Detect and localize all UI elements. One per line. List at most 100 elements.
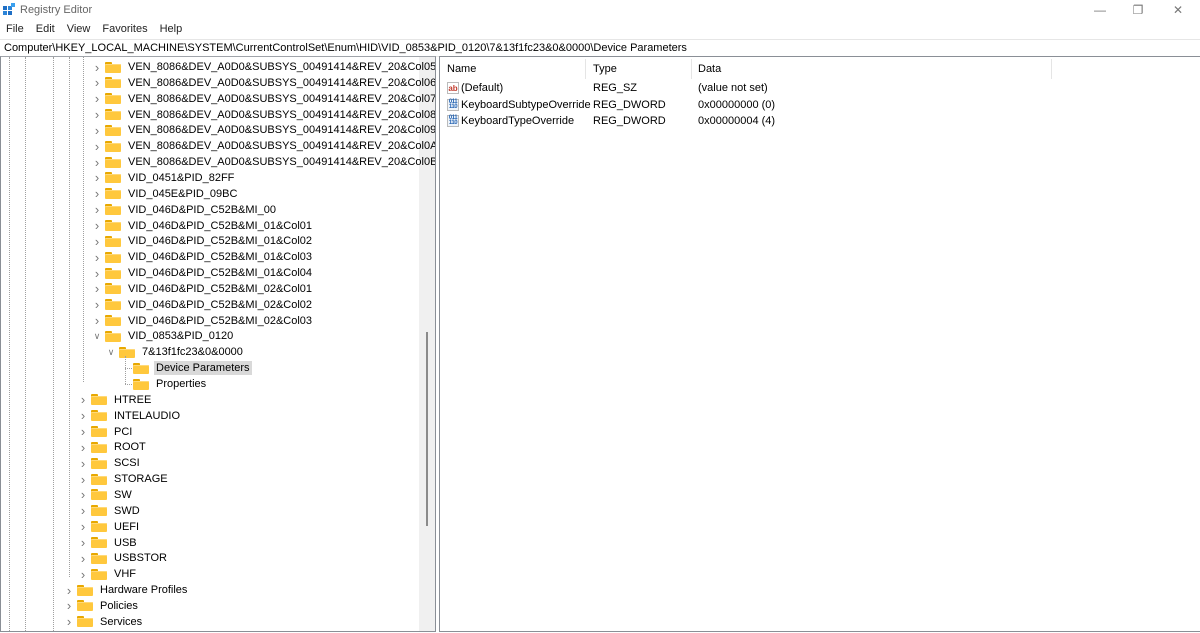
chevron-right-icon[interactable]: ›: [77, 519, 89, 534]
tree-item[interactable]: › HTREE: [77, 392, 153, 408]
chevron-right-icon[interactable]: ›: [91, 75, 103, 90]
values-list[interactable]: Name Type Data ab (Default) REG_SZ (value n…: [439, 56, 1200, 632]
chevron-right-icon[interactable]: ›: [91, 313, 103, 328]
menu-help[interactable]: Help: [154, 21, 189, 38]
address-input[interactable]: Computer\HKEY_LOCAL_MACHINE\SYSTEM\Curre…: [4, 42, 687, 54]
chevron-right-icon[interactable]: ›: [91, 107, 103, 122]
tree-item-label: UEFI: [114, 520, 140, 533]
chevron-right-icon[interactable]: ›: [77, 567, 89, 582]
chevron-right-icon[interactable]: ›: [91, 202, 103, 217]
chevron-right-icon[interactable]: ›: [77, 392, 89, 407]
value-row[interactable]: 011 110 KeyboardSubtypeOverride REG_DWORD 0x…: [445, 98, 1045, 114]
chevron-right-icon[interactable]: ›: [63, 598, 75, 613]
tree-item[interactable]: › VEN_8086&DEV_A0D0&SUBSYS_00491414&REV_2…: [91, 138, 435, 154]
chevron-right-icon[interactable]: ›: [77, 503, 89, 518]
tree-item[interactable]: › VID_046D&PID_C52B&MI_01&Col01: [91, 218, 314, 234]
chevron-right-icon[interactable]: ›: [77, 472, 89, 487]
column-header-name[interactable]: Name: [447, 63, 476, 75]
menu-file[interactable]: File: [0, 21, 30, 38]
tree-item[interactable]: › VEN_8086&DEV_A0D0&SUBSYS_00491414&REV_2…: [91, 107, 435, 123]
tree-guide-line: [25, 57, 26, 631]
chevron-right-icon[interactable]: ›: [91, 170, 103, 185]
key-tree[interactable]: › VEN_8086&DEV_A0D0&SUBSYS_00491414&REV_2…: [0, 56, 436, 632]
tree-item[interactable]: › VID_046D&PID_C52B&MI_02&Col02: [91, 297, 314, 313]
chevron-right-icon[interactable]: ›: [91, 123, 103, 138]
chevron-right-icon[interactable]: ›: [77, 440, 89, 455]
tree-item[interactable]: › VID_046D&PID_C52B&MI_00: [91, 202, 278, 218]
column-divider[interactable]: [585, 59, 586, 79]
chevron-right-icon[interactable]: ›: [91, 234, 103, 249]
column-divider[interactable]: [1051, 59, 1052, 79]
tree-item[interactable]: › USBSTOR: [77, 550, 169, 566]
chevron-right-icon[interactable]: ›: [77, 408, 89, 423]
tree-item[interactable]: › VID_046D&PID_C52B&MI_01&Col03: [91, 249, 314, 265]
chevron-right-icon[interactable]: ›: [91, 297, 103, 312]
value-type: REG_SZ: [593, 82, 638, 94]
tree-item-label: VID_046D&PID_C52B&MI_01&Col04: [128, 267, 313, 280]
tree-item-label: 7&13f1fc23&0&0000: [142, 346, 243, 359]
tree-item[interactable]: › USB: [77, 535, 139, 551]
chevron-right-icon[interactable]: ›: [91, 250, 103, 265]
tree-item[interactable]: › VHF: [77, 566, 138, 582]
chevron-right-icon[interactable]: ›: [91, 139, 103, 154]
tree-item[interactable]: Device Parameters: [119, 360, 252, 376]
chevron-right-icon[interactable]: ›: [63, 614, 75, 629]
chevron-down-icon[interactable]: ∨: [105, 347, 117, 358]
tree-item[interactable]: › SW: [77, 487, 134, 503]
chevron-right-icon[interactable]: ›: [77, 424, 89, 439]
address-bar[interactable]: Computer\HKEY_LOCAL_MACHINE\SYSTEM\Curre…: [0, 39, 1200, 57]
chevron-right-icon[interactable]: ›: [77, 551, 89, 566]
column-divider[interactable]: [691, 59, 692, 79]
tree-item[interactable]: › VEN_8086&DEV_A0D0&SUBSYS_00491414&REV_2…: [91, 122, 435, 138]
chevron-right-icon[interactable]: ›: [77, 535, 89, 550]
tree-item[interactable]: › INTELAUDIO: [77, 408, 182, 424]
chevron-right-icon[interactable]: ›: [91, 281, 103, 296]
tree-item[interactable]: › VID_045E&PID_09BC: [91, 186, 239, 202]
chevron-right-icon[interactable]: ›: [91, 155, 103, 170]
minimize-button[interactable]: —: [1080, 0, 1120, 20]
tree-scrollbar-thumb[interactable]: [426, 332, 428, 526]
tree-item[interactable]: › VID_046D&PID_C52B&MI_02&Col03: [91, 313, 314, 329]
menu-edit[interactable]: Edit: [30, 21, 61, 38]
chevron-right-icon[interactable]: ›: [77, 487, 89, 502]
tree-item[interactable]: › Hardware Profiles: [63, 582, 189, 598]
tree-item[interactable]: › VEN_8086&DEV_A0D0&SUBSYS_00491414&REV_2…: [91, 59, 435, 75]
tree-item[interactable]: ∨ VID_0853&PID_0120: [91, 328, 235, 344]
tree-item[interactable]: › SWD: [77, 503, 142, 519]
tree-item[interactable]: › VEN_8086&DEV_A0D0&SUBSYS_00491414&REV_2…: [91, 75, 435, 91]
binary-value-icon: 011 110: [447, 98, 459, 111]
tree-item[interactable]: › VID_046D&PID_C52B&MI_02&Col01: [91, 281, 314, 297]
tree-item[interactable]: › SCSI: [77, 455, 142, 471]
tree-item[interactable]: › VID_046D&PID_C52B&MI_01&Col02: [91, 233, 314, 249]
chevron-right-icon[interactable]: ›: [91, 218, 103, 233]
tree-item[interactable]: › VID_0451&PID_82FF: [91, 170, 236, 186]
tree-item[interactable]: Properties: [119, 376, 208, 392]
value-row[interactable]: 011 110 KeyboardTypeOverride REG_DWORD 0x000…: [445, 114, 1045, 130]
tree-item[interactable]: › VEN_8086&DEV_A0D0&SUBSYS_00491414&REV_2…: [91, 91, 435, 107]
column-header-data[interactable]: Data: [698, 63, 721, 75]
tree-item[interactable]: › Policies: [63, 598, 140, 614]
tree-item[interactable]: › Services: [63, 614, 144, 630]
chevron-right-icon[interactable]: ›: [77, 456, 89, 471]
folder-icon: [105, 299, 121, 311]
chevron-down-icon[interactable]: ∨: [91, 331, 103, 342]
tree-item[interactable]: › VEN_8086&DEV_A0D0&SUBSYS_00491414&REV_2…: [91, 154, 435, 170]
chevron-right-icon[interactable]: ›: [91, 60, 103, 75]
tree-item[interactable]: › PCI: [77, 424, 134, 440]
chevron-right-icon[interactable]: ›: [63, 583, 75, 598]
chevron-right-icon[interactable]: ›: [91, 186, 103, 201]
value-row[interactable]: ab (Default) REG_SZ (value not set): [445, 81, 1045, 97]
chevron-right-icon[interactable]: ›: [91, 266, 103, 281]
folder-icon: [105, 235, 121, 247]
column-header-type[interactable]: Type: [593, 63, 617, 75]
restore-button[interactable]: ❐: [1118, 0, 1158, 20]
tree-item[interactable]: › UEFI: [77, 519, 141, 535]
menu-favorites[interactable]: Favorites: [96, 21, 153, 38]
tree-item[interactable]: › ROOT: [77, 439, 148, 455]
close-button[interactable]: ✕: [1158, 0, 1198, 20]
chevron-right-icon[interactable]: ›: [91, 91, 103, 106]
tree-item[interactable]: › VID_046D&PID_C52B&MI_01&Col04: [91, 265, 314, 281]
tree-item-label: VHF: [114, 568, 136, 581]
tree-item[interactable]: › STORAGE: [77, 471, 170, 487]
menu-view[interactable]: View: [61, 21, 97, 38]
